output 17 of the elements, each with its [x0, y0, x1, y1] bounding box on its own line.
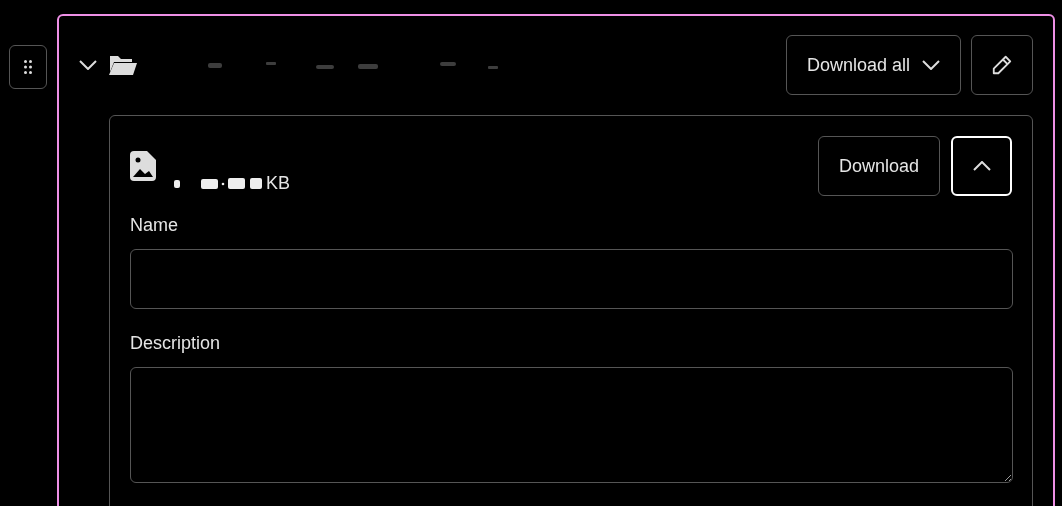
edit-button[interactable]: [971, 35, 1033, 95]
field-label: Name: [130, 214, 179, 237]
description-field[interactable]: [130, 367, 1013, 483]
field-label: Description: [130, 332, 222, 355]
collapse-button[interactable]: [951, 136, 1012, 196]
folder-icon: [108, 54, 138, 76]
chevron-up-icon: [972, 161, 991, 171]
file-size-text: KB: [266, 172, 290, 195]
drag-handle[interactable]: [9, 45, 47, 89]
download-all-button[interactable]: Download all: [785, 35, 961, 95]
download-button[interactable]: Download: [817, 136, 940, 196]
chevron-down-icon: [79, 60, 97, 70]
chevron-down-icon: [922, 60, 940, 70]
name-field[interactable]: [130, 249, 1013, 309]
pencil-icon: [991, 54, 1013, 76]
image-file-icon: [130, 151, 156, 181]
drag-dots-icon: [24, 60, 32, 74]
